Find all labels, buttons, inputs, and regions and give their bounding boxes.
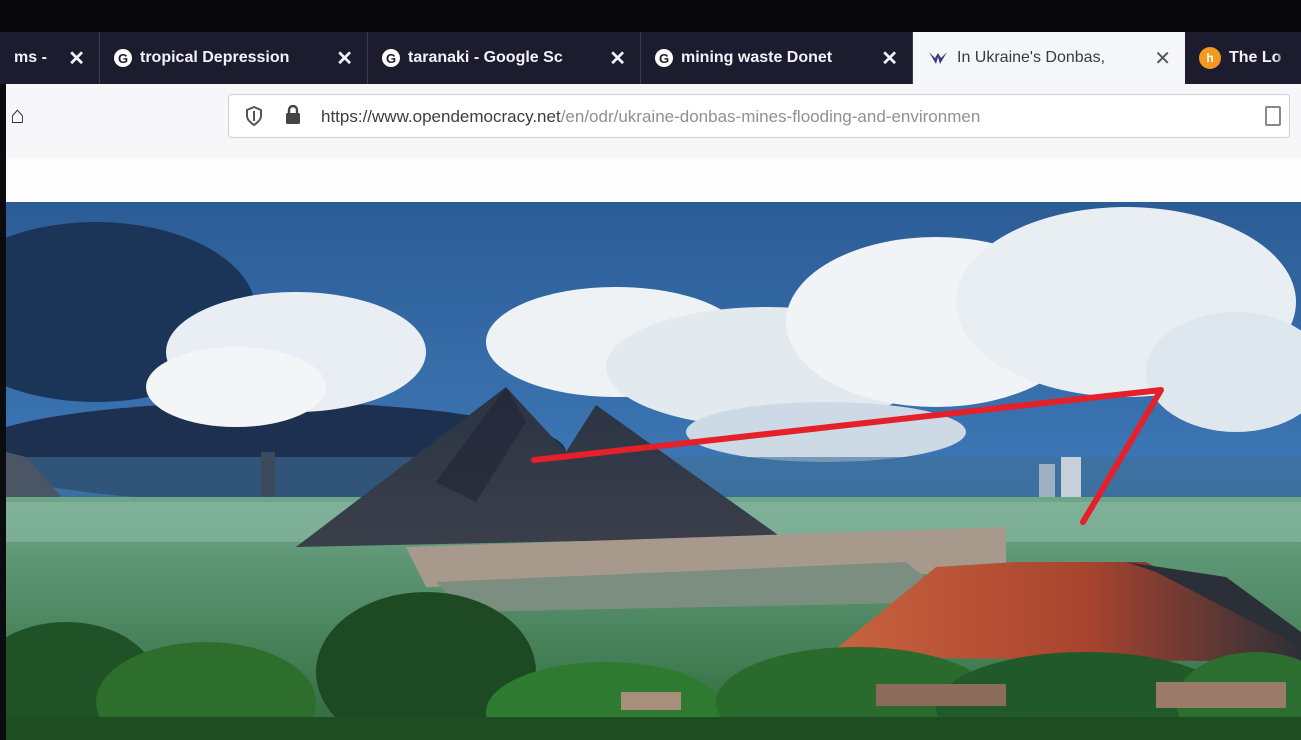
tab-4-active[interactable]: In Ukraine's Donbas, ✕ xyxy=(913,32,1185,84)
tab-strip: ms - ✕ G tropical Depression ✕ G taranak… xyxy=(0,0,1301,84)
url-bar[interactable]: https://www.opendemocracy.net/en/odr/ukr… xyxy=(228,94,1290,138)
tabstrip-top-bar xyxy=(0,0,1301,32)
tab-title: In Ukraine's Donbas, xyxy=(957,49,1106,66)
page-header-area xyxy=(0,158,1301,202)
url-domain: https://www.opendemocracy.net xyxy=(321,107,561,126)
screen-edge xyxy=(0,84,6,740)
tab-title: mining waste Donet xyxy=(681,49,833,66)
orange-circle-icon: h xyxy=(1199,47,1221,69)
google-icon: G xyxy=(655,49,673,67)
tab-2[interactable]: G taranaki - Google Sc ✕ xyxy=(368,32,641,84)
tab-title: taranaki - Google Sc xyxy=(408,49,563,66)
url-text[interactable]: https://www.opendemocracy.net/en/odr/ukr… xyxy=(321,107,1211,127)
donbas-landscape-photo xyxy=(6,202,1301,740)
url-path: /en/odr/ukraine-donbas-mines-flooding-an… xyxy=(560,107,981,126)
shield-icon[interactable] xyxy=(245,105,263,131)
reader-view-icon[interactable] xyxy=(1265,106,1281,126)
opendemocracy-icon xyxy=(927,49,949,67)
lock-icon[interactable] xyxy=(285,104,301,130)
tab-title: The Lo xyxy=(1229,49,1282,66)
tab-1[interactable]: G tropical Depression ✕ xyxy=(100,32,368,84)
tab-close-icon[interactable]: ✕ xyxy=(609,46,626,71)
tab-title: ms - xyxy=(14,49,47,66)
tab-close-icon[interactable]: ✕ xyxy=(881,46,898,71)
tab-close-icon[interactable]: ✕ xyxy=(1154,46,1171,71)
hero-image xyxy=(6,202,1301,740)
tab-title: tropical Depression xyxy=(140,49,290,66)
home-icon[interactable]: ⌂ xyxy=(10,102,25,130)
tab-0[interactable]: ms - ✕ xyxy=(0,32,100,84)
tab-close-icon[interactable]: ✕ xyxy=(68,46,85,71)
tab-close-icon[interactable]: ✕ xyxy=(336,46,353,71)
navigation-bar: ⌂ https://www.opendemocracy.net/en/odr/u… xyxy=(0,84,1301,159)
google-icon: G xyxy=(382,49,400,67)
tab-3[interactable]: G mining waste Donet ✕ xyxy=(641,32,913,84)
google-icon: G xyxy=(114,49,132,67)
tab-5[interactable]: h The Lo xyxy=(1185,32,1301,84)
